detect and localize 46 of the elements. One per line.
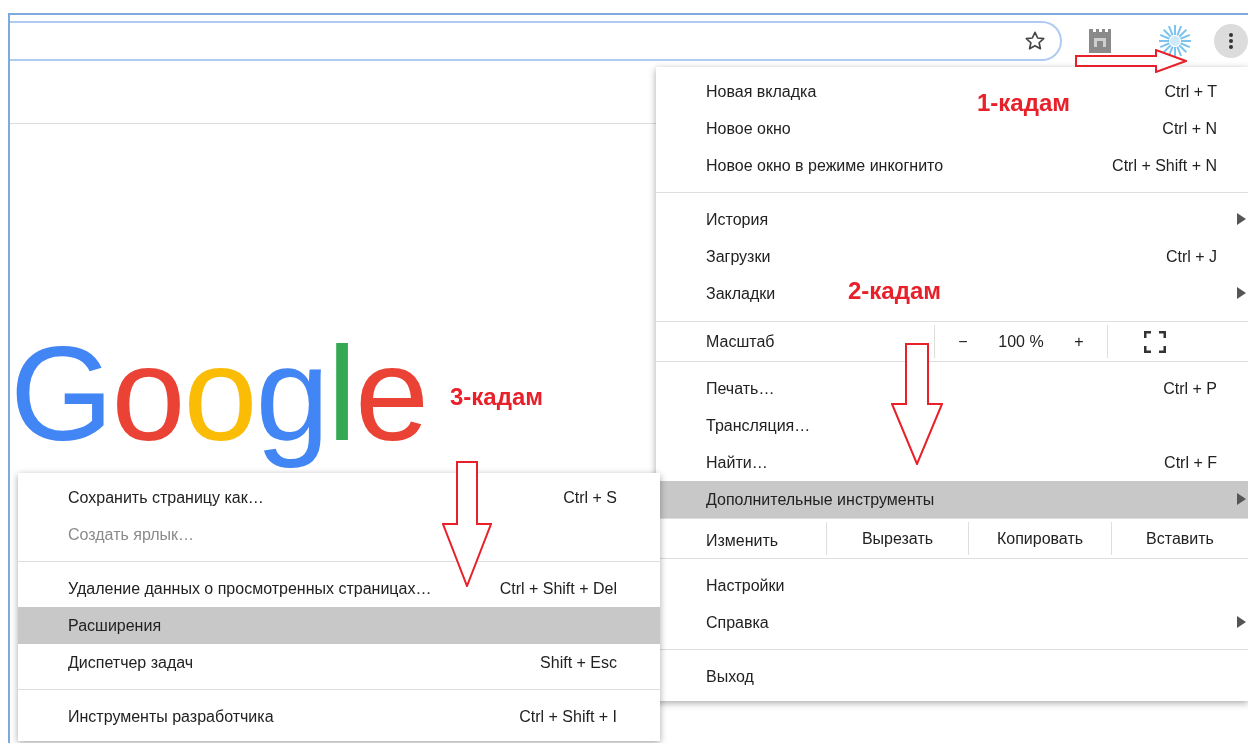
shortcut-text: Ctrl + Shift + I	[518, 707, 617, 726]
tower-icon[interactable]	[1088, 28, 1112, 54]
shortcut-text: Ctrl + T	[1163, 82, 1217, 101]
fullscreen-icon	[1144, 330, 1166, 353]
shortcut-text: Ctrl + F	[1163, 453, 1217, 472]
edit-action-button[interactable]: Копировать	[969, 519, 1111, 558]
menu-item[interactable]: Печать…	[706, 379, 775, 398]
shortcut-text: Ctrl + Shift + N	[1111, 156, 1217, 175]
logo-text: Google	[10, 319, 428, 470]
menu-item[interactable]: Выход	[706, 667, 754, 686]
menu-item[interactable]: Справка	[706, 613, 769, 632]
star-icon[interactable]	[1024, 30, 1046, 52]
shortcut-text: Ctrl + P	[1162, 379, 1217, 398]
menu-item[interactable]: Загрузки	[706, 247, 771, 266]
edit-action-button[interactable]: Вырезать	[827, 519, 968, 558]
menu-item[interactable]: Сохранить страницу как…	[68, 488, 264, 507]
shortcut-text: Ctrl + N	[1161, 119, 1217, 138]
shortcut-text: Ctrl + Shift + Del	[498, 579, 617, 598]
zoom-in-button[interactable]: +	[1051, 322, 1107, 361]
shortcut-text: Ctrl + S	[562, 488, 617, 507]
step-label: 3-кадам	[450, 383, 544, 410]
menu-item[interactable]: Трансляция…	[706, 416, 811, 435]
menu-item[interactable]: Найти…	[706, 453, 768, 472]
menu-button[interactable]	[1214, 24, 1248, 58]
menu-item[interactable]: Новое окно в режиме инкогнито	[706, 156, 944, 175]
menu-item[interactable]: Инструменты разработчика	[68, 707, 274, 726]
menu-item[interactable]: Новая вкладка	[706, 82, 817, 101]
shortcut-text: Shift + Esc	[539, 653, 617, 672]
edit-action-button[interactable]: Вставить	[1112, 519, 1248, 558]
menu-item[interactable]: Расширения	[18, 607, 660, 644]
shortcut-text: Ctrl + J	[1164, 247, 1217, 266]
menu-item[interactable]: Диспетчер задач	[68, 653, 194, 672]
zoom-label: Масштаб	[705, 331, 776, 352]
three-dots-icon	[1228, 32, 1234, 50]
zoom-out-button[interactable]: −	[935, 322, 991, 361]
sunburst-icon[interactable]	[1158, 24, 1192, 58]
step-label: 2-кадам	[848, 277, 942, 304]
address-field[interactable]	[10, 21, 1062, 61]
menu-item[interactable]: Удаление данных о просмотренных страницах…	[68, 579, 432, 598]
zoom-level: 100 %	[997, 331, 1045, 352]
menu-item[interactable]: История	[706, 210, 769, 229]
edit-label: Изменить	[705, 530, 780, 551]
menu-item[interactable]: Новое окно	[706, 119, 791, 138]
menu-item[interactable]: Закладки	[706, 284, 776, 303]
step-label: 1-кадам	[977, 89, 1071, 116]
menu-item[interactable]: Настройки	[706, 576, 785, 595]
